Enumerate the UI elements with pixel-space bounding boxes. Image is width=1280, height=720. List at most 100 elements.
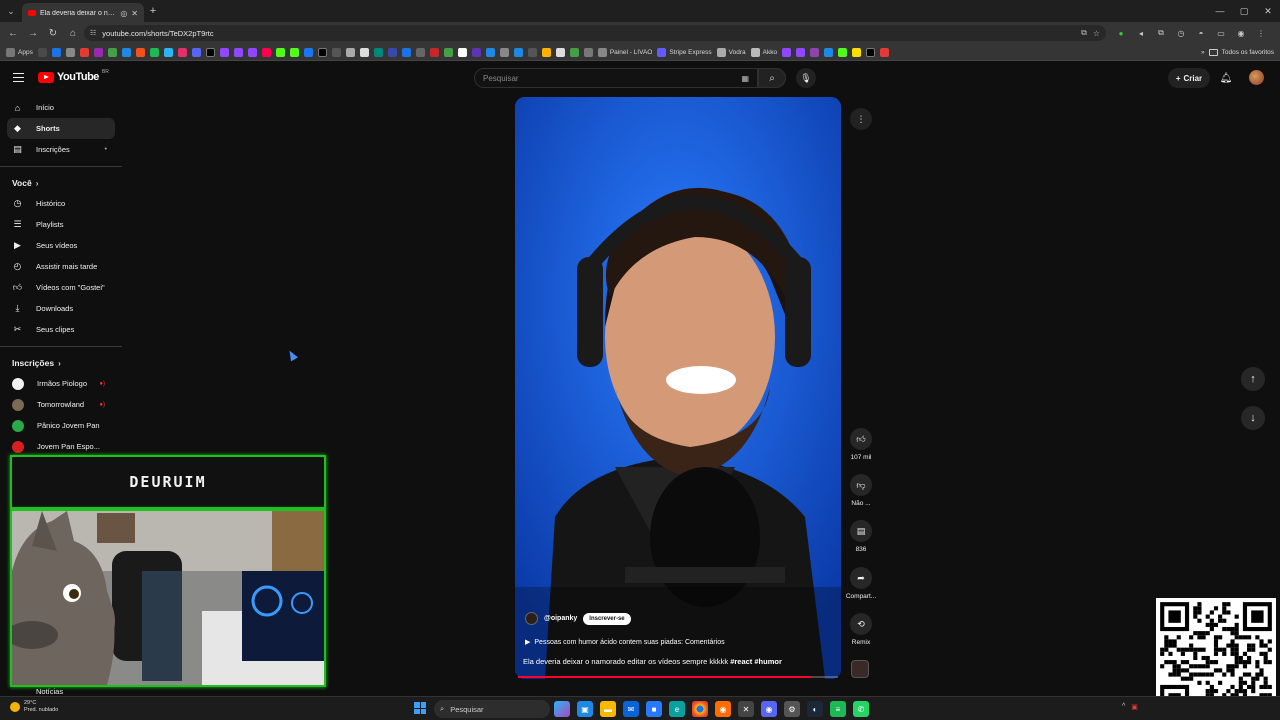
sidebar-channel[interactable]: Tomorrowland ●) [7, 394, 115, 415]
sidebar-you-heading[interactable]: Você › [0, 173, 122, 193]
bookmark-favicon-icon[interactable] [247, 47, 257, 57]
menu-icon[interactable]: ⋮ [1252, 24, 1270, 42]
create-button[interactable]: + Criar [1168, 68, 1210, 88]
bookmark-favicon-icon[interactable] [51, 47, 61, 57]
reload-icon[interactable]: ↻ [44, 24, 62, 42]
media-icon[interactable]: ◂ [1132, 24, 1150, 42]
sidebar-item-watch-later[interactable]: ◴ Assistir mais tarde [7, 256, 115, 277]
bookmark-favicon-icon[interactable] [261, 47, 271, 57]
cast-icon[interactable]: ▭ [1212, 24, 1230, 42]
shorts-video-player[interactable]: @oipanky Inscrever-se ▶ Pessoas com humo… [515, 97, 841, 679]
bookmark-favicon-icon[interactable] [289, 47, 299, 57]
history-icon[interactable]: ◷ [1172, 24, 1190, 42]
bookmark-favicon-icon[interactable] [810, 47, 820, 57]
sidebar-channel[interactable]: Jovem Pan Espo... [7, 436, 115, 457]
bookmark-favicon-icon[interactable] [359, 47, 369, 57]
windows-start-icon[interactable] [414, 702, 426, 714]
sidebar-channel[interactable]: Pânico Jovem Pan [7, 415, 115, 436]
sidebar-item-playlists[interactable]: ☰ Playlists [7, 214, 115, 235]
incognito-icon[interactable]: ◓ [1192, 24, 1210, 42]
bookmark-favicon-icon[interactable] [163, 47, 173, 57]
subscribe-button[interactable]: Inscrever-se [583, 612, 631, 625]
close-tab-icon[interactable]: ✕ [131, 9, 138, 18]
more-options-button[interactable]: ⋮ [850, 108, 872, 130]
bookmark-favicon-icon[interactable] [191, 47, 201, 57]
copilot-icon[interactable] [554, 701, 570, 717]
sidebar-item-history[interactable]: ◷ Histórico [7, 193, 115, 214]
site-info-icon[interactable]: ☷ [90, 29, 96, 37]
previous-short-button[interactable]: ↑ [1241, 367, 1265, 391]
sidebar-item-shorts[interactable]: ◆ Shorts [7, 118, 115, 139]
bookmark-favicon-icon[interactable] [135, 47, 145, 57]
bookmark-favicon-icon[interactable] [205, 47, 215, 57]
sidebar-item-clips[interactable]: ✂ Seus clipes [7, 319, 115, 340]
bookmark-favicon-icon[interactable] [527, 47, 537, 57]
bookmark-favicon-icon[interactable] [796, 47, 806, 57]
chrome-icon[interactable] [692, 701, 708, 717]
bookmark-favicon-icon[interactable] [79, 47, 89, 57]
bookmark-favicon-icon[interactable] [485, 47, 495, 57]
sidebar-item-subscriptions[interactable]: ▤ Inscrições • [7, 139, 115, 160]
bookmark-favicon-icon[interactable] [331, 47, 341, 57]
address-bar[interactable]: ☷ youtube.com/shorts/TeDX2pT9rtc ⧉ ☆ [84, 25, 1106, 41]
sidebar-item-downloads[interactable]: ⤓ Downloads [7, 298, 115, 319]
bookmark-favicon-icon[interactable] [387, 47, 397, 57]
sidebar-channel[interactable]: Irmãos Piologo ●) [7, 373, 115, 394]
bookmark-favicon-icon[interactable] [443, 47, 453, 57]
bookmark-favicon-icon[interactable] [373, 47, 383, 57]
sidebar-subscriptions-heading[interactable]: Inscrições › [0, 353, 122, 373]
bookmark-favicon-icon[interactable] [415, 47, 425, 57]
bookmark-favicon-icon[interactable] [303, 47, 313, 57]
bookmark-favicon-icon[interactable] [107, 47, 117, 57]
bookmark-favicon-icon[interactable] [555, 47, 565, 57]
bookmark-favicon-icon[interactable] [121, 47, 131, 57]
comments-icon[interactable]: ▤ [850, 520, 872, 542]
bookmark-favicon-icon[interactable] [219, 47, 229, 57]
sound-thumbnail[interactable] [851, 660, 869, 678]
bookmark-favicon-icon[interactable] [177, 47, 187, 57]
channel-avatar[interactable] [525, 612, 538, 625]
bookmark-item[interactable]: Painel - LIVAO [597, 47, 652, 57]
bookmark-favicon-icon[interactable] [569, 47, 579, 57]
youtube-logo[interactable]: YouTube BR [38, 69, 109, 83]
bookmark-star-icon[interactable]: ☆ [1093, 29, 1100, 38]
bookmark-favicon-icon[interactable] [838, 47, 848, 57]
puzzle-icon[interactable]: ⧉ [1152, 24, 1170, 42]
bookmark-item[interactable]: Vodra [716, 47, 746, 57]
description-hashtags[interactable]: #react #humor [730, 657, 782, 666]
bookmark-favicon-icon[interactable] [317, 47, 327, 57]
sidebar-item-your-videos[interactable]: ▶ Seus vídeos [7, 235, 115, 256]
search-input[interactable]: Pesquisar ▦ [474, 68, 758, 88]
settings-gear-icon[interactable]: ⚙ [784, 701, 800, 717]
comments-action[interactable]: ▤ 836 [840, 520, 882, 553]
whatsapp-icon[interactable]: ✆ [853, 701, 869, 717]
bookmark-favicon-icon[interactable] [782, 47, 792, 57]
voice-search-button[interactable]: 🎙︎ [796, 68, 816, 88]
remix-icon[interactable]: ⟲ [850, 613, 872, 635]
tab-search-icon[interactable]: ⌄ [0, 0, 22, 22]
maximize-button[interactable]: ▢ [1232, 6, 1256, 17]
bookmark-favicon-icon[interactable] [583, 47, 593, 57]
new-tab-button[interactable]: + [144, 5, 162, 17]
bookmark-favicon-icon[interactable] [513, 47, 523, 57]
bookmark-favicon-icon[interactable] [499, 47, 509, 57]
dislike-action[interactable]: 👎︎ Não ... [840, 474, 882, 507]
store-icon[interactable]: ▣ [577, 701, 593, 717]
firefox-icon[interactable]: ◉ [715, 701, 731, 717]
sidebar-item-home[interactable]: ⌂ Início [7, 97, 115, 118]
keyboard-icon[interactable]: ▦ [741, 74, 749, 83]
like-icon[interactable]: 👍︎ [850, 428, 872, 450]
browser-tab[interactable]: Ela deveria deixar o namorado edi ◎ ✕ [22, 3, 144, 23]
tray-app-icon[interactable]: ▣ [1131, 703, 1138, 711]
edge-icon[interactable]: e [669, 701, 685, 717]
taskbar-search[interactable]: ⌕ Pesquisar [434, 700, 550, 718]
bookmark-favicon-icon[interactable] [401, 47, 411, 57]
notifications-bell-icon[interactable]: 🔔︎ [1218, 70, 1234, 86]
bookmark-item[interactable]: Stripe Express [657, 47, 712, 57]
app-icon[interactable]: ✕ [738, 701, 754, 717]
forward-arrow-icon[interactable]: → [24, 24, 42, 42]
channel-handle[interactable]: @oipanky [544, 615, 577, 622]
bookmark-favicon-icon[interactable] [852, 47, 862, 57]
bookmark-favicon-icon[interactable] [275, 47, 285, 57]
bookmark-favicon-icon[interactable] [93, 47, 103, 57]
